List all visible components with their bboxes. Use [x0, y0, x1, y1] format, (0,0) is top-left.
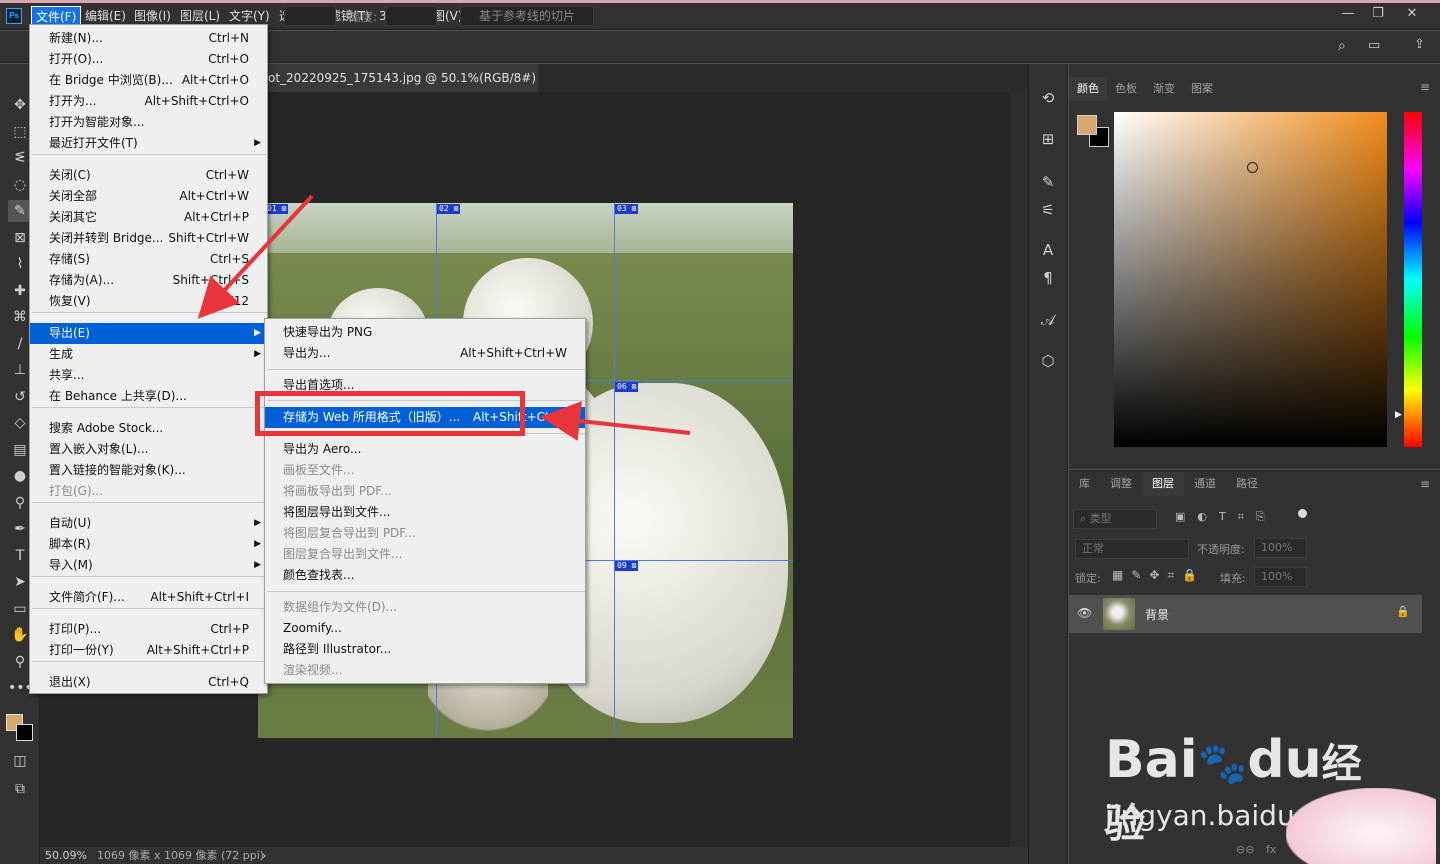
annotation-arrow-to-export — [197, 194, 314, 319]
annotation-arrow-to-save-for-web — [540, 401, 691, 441]
watermark-brand-du: du — [1247, 730, 1322, 790]
watermark-mascot — [1286, 788, 1436, 864]
watermark-brand: Bai — [1105, 730, 1198, 790]
annotation-highlight-box — [255, 391, 525, 436]
watermark-paw-icon: 🐾 — [1197, 741, 1248, 787]
